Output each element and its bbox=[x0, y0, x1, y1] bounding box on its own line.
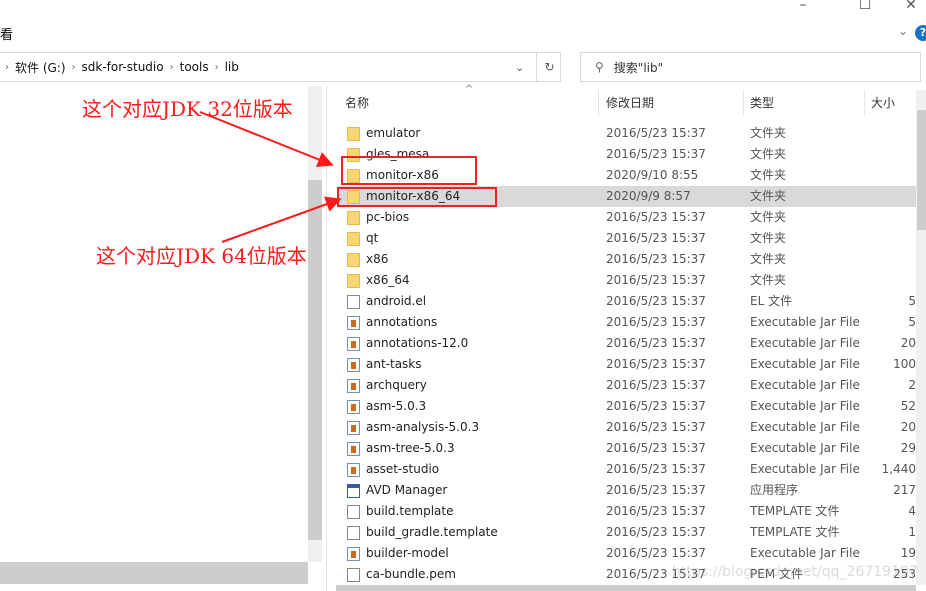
arrow-to-x86-64 bbox=[221, 196, 342, 243]
arrow-to-x86 bbox=[199, 111, 334, 167]
annotation-arrows bbox=[199, 111, 342, 243]
